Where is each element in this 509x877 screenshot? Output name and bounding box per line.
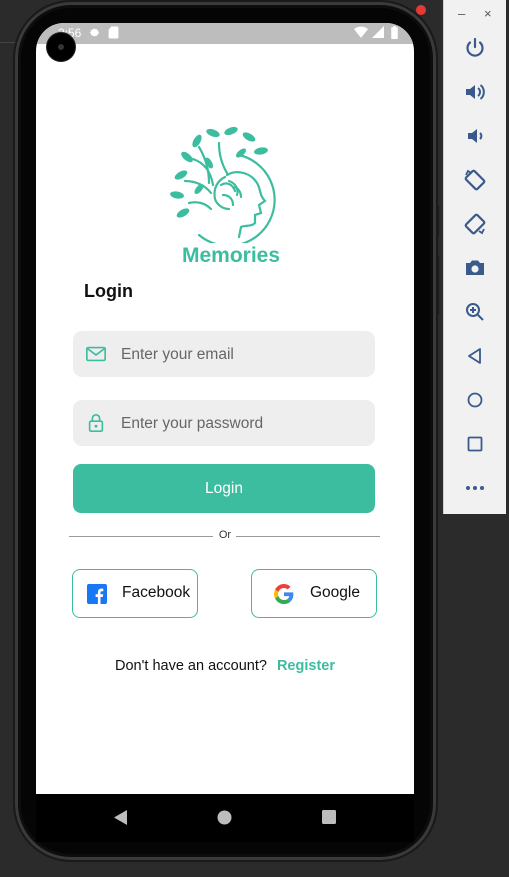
or-divider-text: Or (218, 529, 232, 541)
signal-icon (372, 26, 384, 38)
power-icon[interactable] (463, 36, 487, 60)
divider-right (236, 536, 380, 537)
facebook-label: Facebook (122, 584, 191, 601)
lock-icon (88, 414, 104, 432)
overview-icon[interactable] (322, 810, 336, 824)
navigation-bar (36, 794, 414, 842)
notification-dot (416, 5, 426, 15)
facebook-button[interactable]: Facebook (72, 569, 198, 618)
minimize-button[interactable]: – (458, 6, 465, 21)
page-title: Login (84, 281, 133, 301)
app-screen: 2:56 Memories Login Enter your email Log… (36, 23, 414, 794)
no-account-text: Don't have an account? (115, 658, 267, 674)
wifi-icon (354, 26, 368, 38)
rotate-left-icon[interactable] (463, 168, 487, 192)
email-input[interactable] (119, 331, 363, 379)
overview-icon[interactable] (463, 432, 487, 456)
sd-card-icon (108, 26, 119, 39)
camera-icon[interactable] (463, 256, 487, 280)
settings-icon (89, 28, 100, 37)
rotate-right-icon[interactable] (463, 212, 487, 236)
zoom-icon[interactable] (463, 300, 487, 324)
login-button[interactable]: Login (73, 464, 375, 513)
more-icon[interactable] (463, 476, 487, 500)
mail-icon (86, 346, 106, 362)
memories-logo (170, 126, 276, 243)
close-button[interactable]: × (484, 6, 492, 21)
volume-up-icon[interactable] (463, 80, 487, 104)
battery-icon (391, 26, 398, 39)
emulator-toolbar: – × (443, 0, 506, 514)
back-icon[interactable] (463, 344, 487, 368)
divider-left (69, 536, 213, 537)
register-prompt: Don't have an account? Register (36, 658, 414, 674)
facebook-icon (87, 584, 107, 604)
password-field[interactable] (73, 400, 375, 448)
google-label: Google (310, 584, 360, 601)
google-icon (274, 584, 294, 604)
home-icon[interactable] (463, 388, 487, 412)
status-bar: 2:56 (36, 23, 414, 44)
back-icon[interactable] (114, 810, 128, 825)
brand-name: Memories (181, 244, 281, 267)
google-button[interactable]: Google (251, 569, 377, 618)
register-link[interactable]: Register (277, 658, 335, 674)
email-field[interactable] (73, 331, 375, 379)
volume-down-icon[interactable] (463, 124, 487, 148)
front-camera (47, 33, 75, 61)
desktop-divider (0, 42, 18, 43)
home-icon[interactable] (217, 810, 232, 825)
password-input[interactable] (119, 400, 363, 448)
